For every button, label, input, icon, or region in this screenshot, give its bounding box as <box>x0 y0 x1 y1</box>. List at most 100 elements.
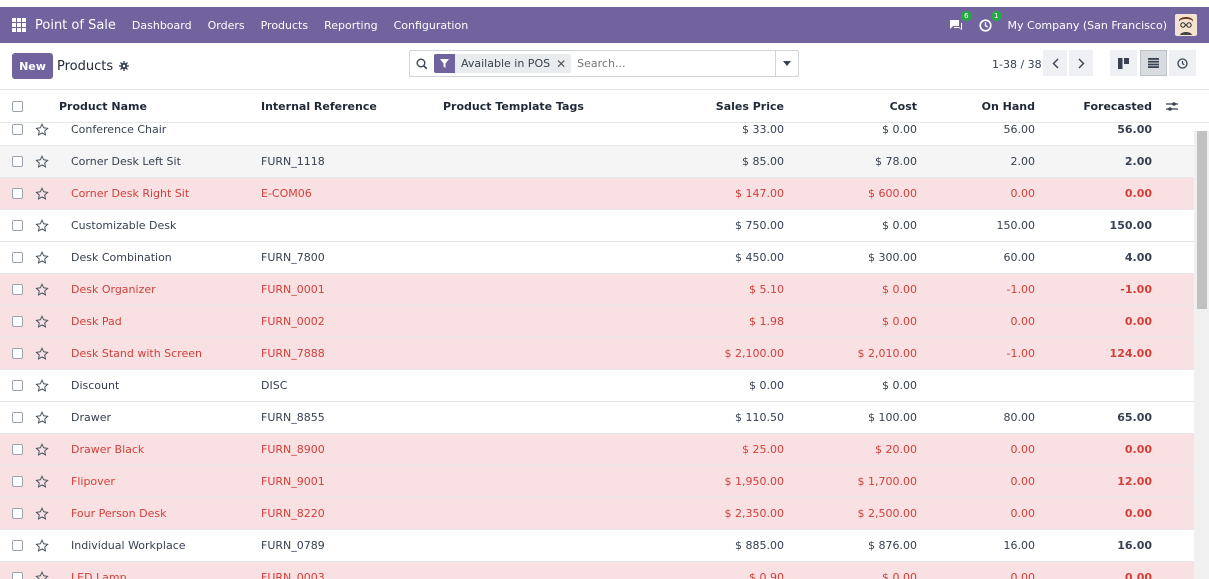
cell-sales-price[interactable]: $ 2,100.00 <box>633 347 784 360</box>
cell-product-name[interactable]: Corner Desk Right Sit <box>59 187 261 200</box>
cell-cost[interactable]: $ 20.00 <box>784 443 917 456</box>
table-row[interactable]: Drawer FURN_8855 $ 110.50 $ 100.00 80.00 65.0… <box>0 401 1194 433</box>
favorite-star-icon[interactable] <box>35 186 59 201</box>
table-row[interactable]: Drawer Black FURN_8900 $ 25.00 $ 20.00 0.00 0… <box>0 433 1194 465</box>
cell-internal-reference[interactable]: FURN_8900 <box>261 443 443 456</box>
select-all-checkbox[interactable] <box>12 101 23 112</box>
cell-internal-reference[interactable]: FURN_0001 <box>261 283 443 296</box>
cell-cost[interactable]: $ 0.00 <box>784 123 917 136</box>
row-checkbox[interactable] <box>12 540 23 551</box>
cell-product-name[interactable]: Four Person Desk <box>59 507 261 520</box>
cell-forecasted[interactable]: 16.00 <box>1035 539 1152 552</box>
cell-on-hand[interactable]: 150.00 <box>917 219 1036 232</box>
cell-on-hand[interactable]: -1.00 <box>917 347 1035 360</box>
row-checkbox[interactable] <box>12 252 23 263</box>
cell-forecasted[interactable]: 150.00 <box>1035 219 1152 232</box>
cell-internal-reference[interactable]: FURN_0002 <box>261 315 443 328</box>
favorite-star-icon[interactable] <box>35 218 59 233</box>
row-checkbox[interactable] <box>12 380 23 391</box>
menu-dashboard[interactable]: Dashboard <box>132 19 192 32</box>
cell-cost[interactable]: $ 876.00 <box>784 539 917 552</box>
cell-forecasted[interactable]: 0.00 <box>1035 187 1152 200</box>
cell-on-hand[interactable]: 0.00 <box>917 507 1036 520</box>
table-row[interactable]: Flipover FURN_9001 $ 1,950.00 $ 1,700.00 0.0… <box>0 465 1194 497</box>
cell-sales-price[interactable]: $ 85.00 <box>633 155 784 168</box>
cell-product-name[interactable]: Desk Organizer <box>59 283 261 296</box>
favorite-star-icon[interactable] <box>35 410 59 425</box>
cell-product-name[interactable]: Drawer Black <box>59 443 261 456</box>
cell-product-name[interactable]: Conference Chair <box>59 123 261 136</box>
row-checkbox[interactable] <box>12 476 23 487</box>
menu-products[interactable]: Products <box>261 19 309 32</box>
facet-remove-icon[interactable]: ✕ <box>556 57 571 71</box>
header-sales-price[interactable]: Sales Price <box>633 100 784 113</box>
new-button[interactable]: New <box>12 53 53 79</box>
row-checkbox[interactable] <box>12 508 23 519</box>
cell-internal-reference[interactable]: FURN_8855 <box>261 411 443 424</box>
favorite-star-icon[interactable] <box>35 154 59 169</box>
cell-sales-price[interactable]: $ 25.00 <box>633 443 784 456</box>
table-row[interactable]: Desk Stand with Screen FURN_7888 $ 2,100.0… <box>0 337 1194 369</box>
header-product-name[interactable]: Product Name <box>59 100 261 113</box>
cell-product-name[interactable]: Flipover <box>59 475 261 488</box>
menu-configuration[interactable]: Configuration <box>394 19 469 32</box>
row-checkbox[interactable] <box>12 156 23 167</box>
favorite-star-icon[interactable] <box>35 314 59 329</box>
cell-cost[interactable]: $ 2,010.00 <box>784 347 917 360</box>
cell-on-hand[interactable]: -1.00 <box>917 283 1035 296</box>
favorite-star-icon[interactable] <box>35 378 59 393</box>
favorite-star-icon[interactable] <box>35 282 59 297</box>
cell-on-hand[interactable]: 60.00 <box>917 251 1036 264</box>
cell-cost[interactable]: $ 0.00 <box>784 283 917 296</box>
table-row[interactable]: Four Person Desk FURN_8220 $ 2,350.00 $ 2,5… <box>0 497 1194 529</box>
cell-sales-price[interactable]: $ 147.00 <box>633 187 784 200</box>
cell-sales-price[interactable]: $ 0.00 <box>633 379 784 392</box>
favorite-star-icon[interactable] <box>35 474 59 489</box>
favorite-star-icon[interactable] <box>35 122 59 137</box>
cell-product-name[interactable]: Desk Stand with Screen <box>59 347 261 360</box>
menu-reporting[interactable]: Reporting <box>324 19 377 32</box>
cell-product-name[interactable]: Desk Combination <box>59 251 261 264</box>
table-row[interactable]: LED Lamp FURN_0003 $ 0.90 $ 0.00 0.00 0.00 <box>0 561 1194 579</box>
cell-cost[interactable]: $ 0.00 <box>784 219 917 232</box>
pager-value[interactable]: 1-38 / 38 <box>992 58 1042 71</box>
pager-next-button[interactable] <box>1069 50 1093 76</box>
cell-internal-reference[interactable]: FURN_0003 <box>261 571 443 579</box>
apps-menu-icon[interactable] <box>12 18 26 32</box>
cell-product-name[interactable]: Desk Pad <box>59 315 261 328</box>
cell-sales-price[interactable]: $ 33.00 <box>633 123 784 136</box>
activity-view-button[interactable] <box>1169 50 1196 76</box>
row-checkbox[interactable] <box>12 412 23 423</box>
cell-sales-price[interactable]: $ 0.90 <box>633 571 784 579</box>
header-product-template-tags[interactable]: Product Template Tags <box>443 100 633 113</box>
cell-cost[interactable]: $ 0.00 <box>784 379 917 392</box>
favorite-star-icon[interactable] <box>35 570 59 579</box>
table-row[interactable]: Corner Desk Right Sit E-COM06 $ 147.00 $ 60… <box>0 177 1194 209</box>
cell-cost[interactable]: $ 78.00 <box>784 155 917 168</box>
pager-previous-button[interactable] <box>1043 50 1067 76</box>
search-icon[interactable] <box>410 58 434 70</box>
cell-on-hand[interactable]: 80.00 <box>917 411 1036 424</box>
menu-orders[interactable]: Orders <box>208 19 245 32</box>
cell-cost[interactable]: $ 0.00 <box>784 571 917 579</box>
cell-on-hand[interactable]: 0.00 <box>917 187 1036 200</box>
cell-forecasted[interactable]: 65.00 <box>1035 411 1152 424</box>
company-switcher[interactable]: My Company (San Francisco) <box>1008 19 1167 32</box>
cell-product-name[interactable]: Corner Desk Left Sit <box>59 155 261 168</box>
row-checkbox[interactable] <box>12 348 23 359</box>
optional-columns-icon[interactable] <box>1152 101 1192 112</box>
favorite-star-icon[interactable] <box>35 538 59 553</box>
scrollbar-thumb[interactable] <box>1197 131 1207 309</box>
favorite-star-icon[interactable] <box>35 442 59 457</box>
cell-sales-price[interactable]: $ 1,950.00 <box>633 475 784 488</box>
header-forecasted[interactable]: Forecasted <box>1035 100 1152 113</box>
cell-forecasted[interactable]: -1.00 <box>1035 283 1152 296</box>
header-cost[interactable]: Cost <box>784 100 917 113</box>
header-internal-reference[interactable]: Internal Reference <box>261 100 443 113</box>
cell-forecasted[interactable]: 0.00 <box>1035 507 1152 520</box>
user-avatar[interactable] <box>1175 14 1197 36</box>
cell-forecasted[interactable]: 12.00 <box>1035 475 1152 488</box>
row-checkbox[interactable] <box>12 188 23 199</box>
cell-on-hand[interactable]: 2.00 <box>917 155 1036 168</box>
cell-product-name[interactable]: LED Lamp <box>59 571 261 579</box>
